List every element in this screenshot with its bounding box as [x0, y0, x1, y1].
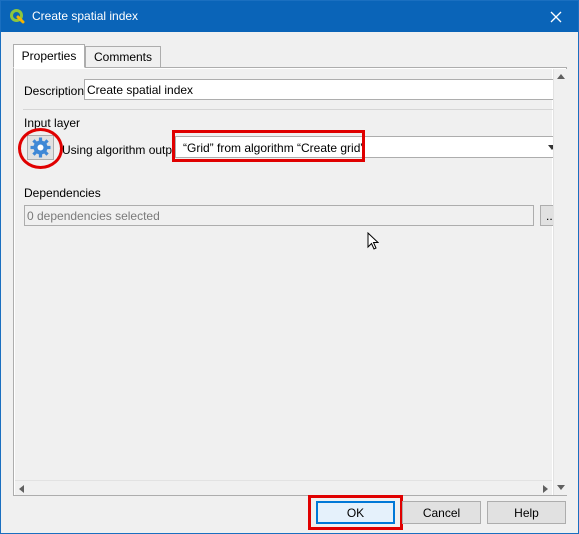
qgis-icon [10, 9, 25, 24]
close-button[interactable] [534, 1, 578, 32]
source-mode-label: Using algorithm output [62, 143, 183, 157]
window-title: Create spatial index [32, 9, 139, 23]
input-layer-label: Input layer [24, 116, 81, 130]
dependencies-field: 0 dependencies selected [24, 205, 534, 226]
description-input[interactable]: Create spatial index [84, 79, 563, 100]
scroll-right-icon [543, 485, 548, 493]
scroll-down-icon [557, 485, 565, 490]
properties-panel: Description Create spatial index Input l… [13, 67, 567, 496]
dependencies-label: Dependencies [24, 186, 101, 200]
tab-properties[interactable]: Properties [13, 44, 85, 68]
tab-properties-label: Properties [21, 49, 77, 63]
highlight-circle [18, 128, 63, 169]
highlight-box [172, 130, 365, 162]
vertical-scrollbar[interactable] [553, 69, 567, 495]
ok-highlight-box [308, 495, 403, 530]
tab-comments[interactable]: Comments [85, 46, 161, 68]
dependencies-value: 0 dependencies selected [27, 208, 160, 223]
help-label: Help [514, 505, 539, 520]
help-button[interactable]: Help [487, 501, 566, 524]
description-value: Create spatial index [87, 82, 194, 97]
cancel-button[interactable]: Cancel [402, 501, 481, 524]
mouse-cursor-icon [367, 232, 379, 250]
properties-scroll-area: Description Create spatial index Input l… [15, 69, 563, 495]
dialog-window: Create spatial index Properties Comments… [0, 0, 579, 534]
title-bar: Create spatial index [1, 1, 578, 32]
tab-comments-label: Comments [93, 50, 152, 64]
cancel-label: Cancel [422, 505, 461, 520]
divider [23, 109, 563, 110]
description-label: Description [24, 84, 85, 98]
scroll-left-icon [19, 485, 24, 493]
horizontal-scrollbar[interactable] [15, 480, 552, 495]
scroll-up-icon [557, 74, 565, 79]
close-icon [550, 11, 562, 22]
